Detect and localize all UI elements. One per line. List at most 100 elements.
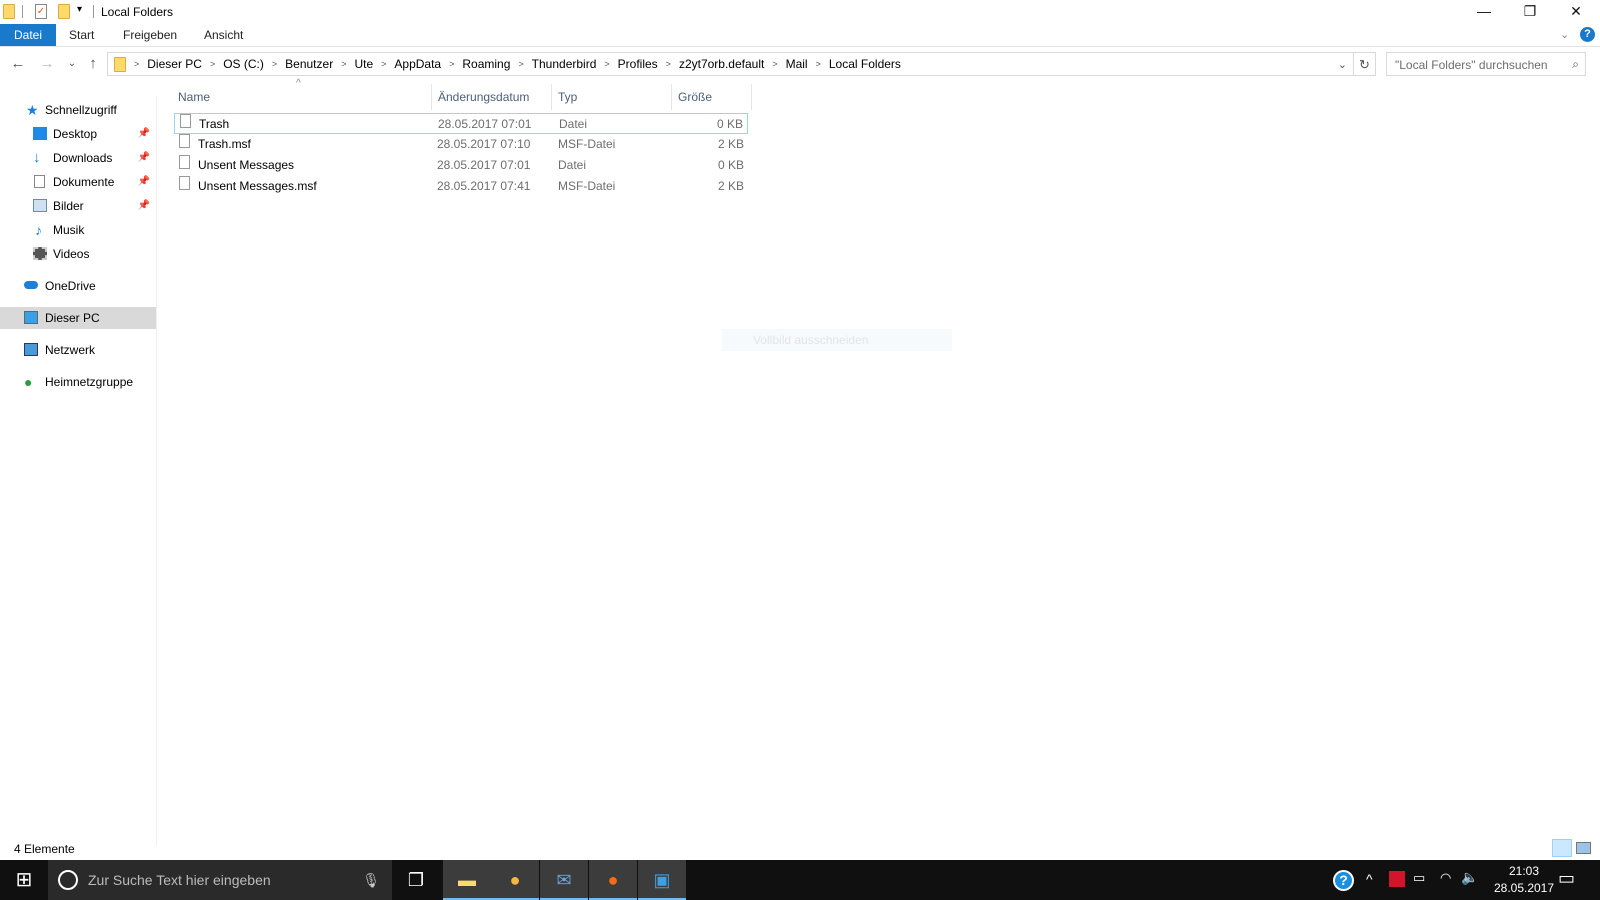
up-button[interactable]: ↑: [82, 52, 104, 76]
customize-toolbar-icon[interactable]: ▾: [77, 4, 82, 15]
sidebar-item-label: Bilder: [53, 199, 84, 213]
restore-button[interactable]: ❐: [1507, 0, 1553, 24]
new-folder-icon[interactable]: [58, 4, 70, 19]
file-date: 28.05.2017 07:01: [438, 117, 532, 131]
file-size: 0 KB: [716, 117, 743, 131]
pin-icon[interactable]: 📌: [138, 147, 150, 169]
avira-icon[interactable]: [1389, 871, 1405, 887]
file-size: 0 KB: [717, 158, 744, 172]
properties-icon[interactable]: ✓: [35, 4, 47, 19]
breadcrumb-dieser-pc[interactable]: Dieser PC: [147, 57, 202, 71]
pin-icon[interactable]: 📌: [138, 195, 150, 217]
battery-icon[interactable]: ▭: [1413, 870, 1425, 886]
search-icon[interactable]: ⌕: [1572, 57, 1579, 72]
breadcrumb-appdata[interactable]: AppData: [394, 57, 441, 71]
sidebar-item-netzwerk[interactable]: Netzwerk: [0, 339, 156, 361]
file-row[interactable]: Trash.msf 28.05.2017 07:10 MSF-Datei 2 K…: [174, 134, 748, 155]
breadcrumb-separator: >: [341, 59, 347, 69]
tab-datei[interactable]: Datei: [0, 24, 56, 46]
forward-button[interactable]: →: [36, 52, 58, 76]
sidebar-item-label: Downloads: [53, 151, 113, 165]
sidebar-item-heimnetzgruppe[interactable]: ● Heimnetzgruppe: [0, 371, 156, 393]
breadcrumb-roaming[interactable]: Roaming: [462, 57, 510, 71]
taskbar-search-input[interactable]: Zur Suche Text hier eingeben 🎙: [48, 860, 392, 900]
breadcrumb-mail[interactable]: Mail: [786, 57, 808, 71]
thunderbird-taskbar-icon[interactable]: ✉: [540, 860, 588, 900]
sidebar-item-label: OneDrive: [45, 279, 96, 293]
desktop-icon: [33, 127, 47, 140]
address-dropdown-icon[interactable]: ⌄: [1338, 58, 1347, 71]
sidebar-item-onedrive[interactable]: OneDrive: [0, 275, 156, 297]
status-item-count: 4 Elemente: [14, 842, 75, 856]
large-icons-view-button[interactable]: [1576, 842, 1591, 854]
file-row[interactable]: Unsent Messages 28.05.2017 07:01 Datei 0…: [174, 155, 748, 176]
divider: [22, 5, 23, 18]
breadcrumb-ute[interactable]: Ute: [354, 57, 373, 71]
breadcrumb-local-folders[interactable]: Local Folders: [829, 57, 901, 71]
star-icon: ★: [26, 102, 39, 118]
sidebar-item-downloads[interactable]: ↓ Downloads 📌: [0, 147, 156, 169]
sidebar-item-schnellzugriff[interactable]: ★ Schnellzugriff: [0, 99, 156, 121]
address-bar[interactable]: > Dieser PC > OS (C:) > Benutzer > Ute > App…: [107, 52, 1354, 76]
column-name[interactable]: Name: [172, 84, 432, 110]
app-window-taskbar-icon[interactable]: ▣: [638, 860, 686, 900]
tab-ansicht[interactable]: Ansicht: [191, 24, 256, 46]
breadcrumb-profile[interactable]: z2yt7orb.default: [679, 57, 764, 71]
volume-icon[interactable]: 🔈: [1461, 869, 1478, 886]
clock-time: 21:03: [1508, 864, 1540, 878]
sidebar-item-videos[interactable]: Videos: [0, 243, 156, 265]
column-date[interactable]: Änderungsdatum: [432, 84, 552, 110]
sidebar-item-musik[interactable]: ♪ Musik: [0, 219, 156, 241]
app-taskbar-icon[interactable]: ●: [491, 860, 539, 900]
sidebar-item-desktop[interactable]: Desktop 📌: [0, 123, 156, 145]
sidebar-item-label: Dokumente: [53, 175, 115, 189]
column-size[interactable]: Größe: [672, 84, 752, 110]
breadcrumb-profiles[interactable]: Profiles: [618, 57, 658, 71]
tab-start[interactable]: Start: [56, 24, 107, 46]
windows-start-icon[interactable]: ⊞: [0, 860, 48, 900]
breadcrumb-separator: >: [134, 59, 140, 69]
tab-freigeben[interactable]: Freigeben: [110, 24, 190, 46]
sidebar-item-bilder[interactable]: Bilder 📌: [0, 195, 156, 217]
help-icon[interactable]: ?: [1580, 27, 1595, 42]
file-name: Trash.msf: [198, 137, 251, 151]
breadcrumb-thunderbird[interactable]: Thunderbird: [532, 57, 597, 71]
breadcrumb-os-c[interactable]: OS (C:): [223, 57, 264, 71]
pin-icon[interactable]: 📌: [138, 123, 150, 145]
recent-locations-button[interactable]: ⌄: [61, 52, 83, 76]
file-row[interactable]: Unsent Messages.msf 28.05.2017 07:41 MSF…: [174, 176, 748, 197]
clock[interactable]: 21:03 28.05.2017: [1484, 863, 1564, 897]
sidebar-item-label: Videos: [53, 247, 90, 261]
expand-ribbon-icon[interactable]: ⌄: [1560, 28, 1569, 41]
search-input[interactable]: "Local Folders" durchsuchen ⌕: [1386, 52, 1586, 76]
breadcrumb-separator: >: [271, 59, 278, 69]
close-button[interactable]: ✕: [1553, 0, 1599, 24]
file-name: Unsent Messages.msf: [198, 179, 317, 193]
sidebar-item-dokumente[interactable]: Dokumente 📌: [0, 171, 156, 193]
file-name: Unsent Messages: [198, 158, 295, 172]
firefox-taskbar-icon[interactable]: ●: [589, 860, 637, 900]
computer-icon: [24, 311, 38, 324]
refresh-button[interactable]: ↻: [1354, 52, 1376, 76]
breadcrumb-benutzer[interactable]: Benutzer: [285, 57, 333, 71]
task-view-icon[interactable]: ❐: [392, 860, 440, 900]
file-size: 2 KB: [717, 137, 744, 151]
show-hidden-icons-chevron[interactable]: ^: [1366, 871, 1373, 887]
minimize-button[interactable]: —: [1461, 0, 1507, 24]
microphone-icon[interactable]: 🎙: [362, 860, 380, 900]
cloud-icon: [24, 281, 38, 289]
back-button[interactable]: ←: [7, 52, 29, 76]
pin-icon[interactable]: 📌: [138, 171, 150, 193]
file-explorer-taskbar-icon[interactable]: ▬: [443, 860, 491, 900]
wifi-icon[interactable]: ◠: [1440, 870, 1451, 886]
column-type[interactable]: Typ: [552, 84, 672, 110]
help-tray-icon[interactable]: ?: [1333, 870, 1354, 891]
sidebar-item-dieser-pc[interactable]: Dieser PC: [0, 307, 156, 329]
action-center-icon[interactable]: ▭: [1558, 868, 1575, 889]
file-row[interactable]: Trash 28.05.2017 07:01 Datei 0 KB: [174, 113, 748, 134]
title-bar: ✓ ▾ Local Folders — ❐ ✕: [0, 0, 1600, 24]
sidebar-item-label: Dieser PC: [45, 311, 100, 325]
details-view-button[interactable]: [1552, 839, 1572, 857]
file-size: 2 KB: [717, 179, 744, 193]
cortana-icon: [58, 870, 78, 890]
